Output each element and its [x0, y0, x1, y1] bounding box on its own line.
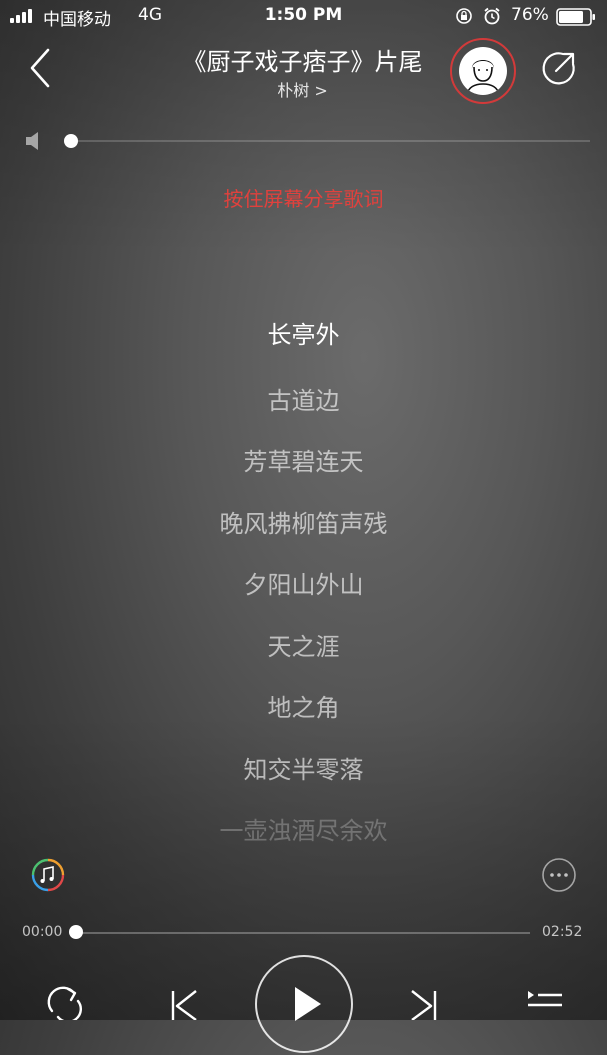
lyric-line: 芳草碧连天	[243, 448, 364, 476]
artist-link[interactable]: 朴树 >	[230, 77, 375, 101]
lyric-line: 晚风拂柳笛声残	[219, 510, 388, 538]
total-duration: 02:52	[542, 924, 583, 940]
share-button[interactable]	[539, 50, 577, 88]
avatar	[459, 47, 507, 95]
artist-avatar-button[interactable]	[450, 38, 516, 104]
repeat-button[interactable]	[44, 985, 86, 1020]
music-note-icon[interactable]	[30, 857, 66, 893]
elapsed-time: 00:00	[22, 924, 63, 940]
playlist-button[interactable]	[524, 985, 564, 1020]
share-lyrics-hint: 按住屏幕分享歌词	[223, 187, 384, 211]
play-button[interactable]	[255, 955, 353, 1053]
battery-icon	[556, 8, 595, 26]
lyric-line: 知交半零落	[243, 756, 364, 784]
volume-slider[interactable]	[70, 140, 590, 142]
lyric-line: 古道边	[267, 387, 340, 415]
previous-track-button[interactable]	[166, 985, 202, 1020]
playback-progress-bar[interactable]	[76, 932, 530, 934]
rotation-lock-icon	[456, 8, 472, 24]
lyric-line: 一壶浊酒尽余欢	[219, 817, 388, 845]
person-icon	[466, 60, 500, 95]
status-bar: 中国移动 4G 1:50 PM 76%	[0, 0, 607, 34]
battery-percentage: 76%	[511, 5, 549, 25]
more-options-button[interactable]	[541, 857, 577, 893]
lyric-line: 天之涯	[267, 633, 340, 661]
next-track-button[interactable]	[406, 985, 442, 1020]
song-title: 《厨子戏子痞子》片尾	[182, 48, 423, 76]
lyric-line: 夕阳山外山	[243, 571, 364, 599]
alarm-icon	[484, 7, 500, 25]
back-button[interactable]	[22, 46, 62, 90]
lyric-line: 地之角	[267, 694, 340, 722]
play-icon	[295, 987, 321, 1021]
playback-progress-knob[interactable]	[69, 925, 83, 939]
lyric-line-current: 长亭外	[267, 321, 340, 349]
volume-slider-knob[interactable]	[64, 134, 78, 148]
volume-icon	[26, 132, 38, 150]
